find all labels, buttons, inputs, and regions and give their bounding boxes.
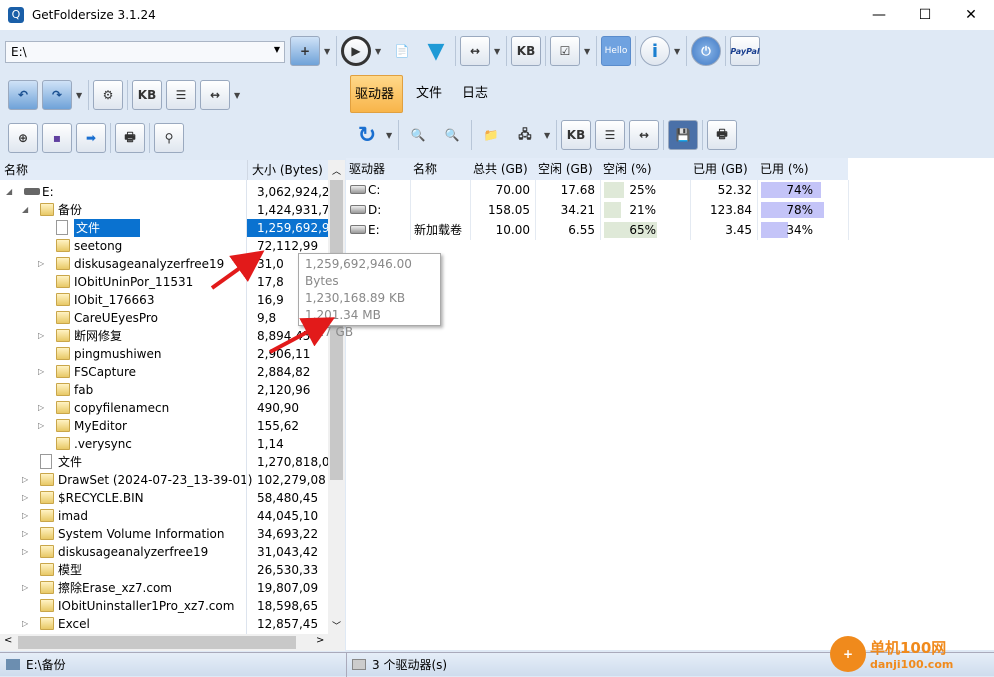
watermark-url: danji100.com: [870, 658, 954, 671]
watermark-text: 单机100网: [870, 639, 947, 657]
watermark-icon: +: [830, 636, 866, 672]
drive-icon: [352, 659, 366, 670]
divider: [346, 653, 347, 677]
red-arrow: [210, 250, 265, 290]
status-path: E:\备份: [26, 658, 66, 672]
status-drive-count: 3 个驱动器(s): [372, 658, 448, 672]
folder-icon: [6, 659, 20, 670]
watermark-logo: + 单机100网 danji100.com: [830, 632, 990, 676]
annotation-arrows: [210, 250, 336, 354]
red-arrow: [269, 317, 336, 354]
